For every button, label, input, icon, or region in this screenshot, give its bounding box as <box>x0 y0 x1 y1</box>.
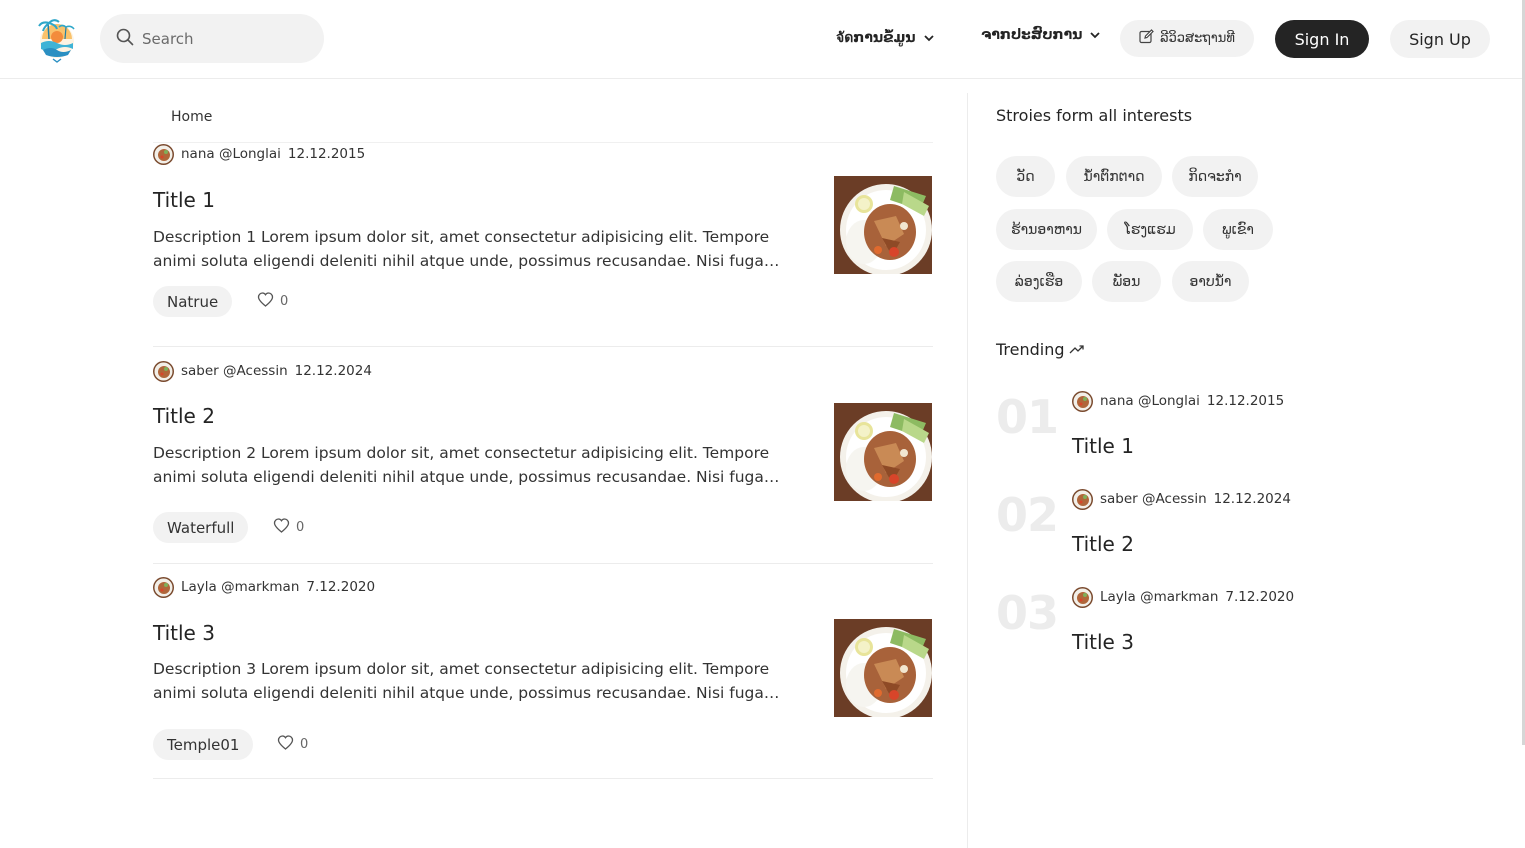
sign-in-button[interactable]: Sign In <box>1275 20 1369 58</box>
avatar[interactable] <box>1072 390 1093 412</box>
article-meta: nana @Longlai 12.12.2015 <box>153 143 365 165</box>
topic-chip[interactable]: ພູເຂົາ <box>1203 209 1273 250</box>
heart-icon <box>273 518 290 537</box>
search-input[interactable] <box>142 29 302 48</box>
article-title[interactable]: Title 3 <box>153 621 215 645</box>
trending-title[interactable]: Title 1 <box>1072 434 1134 458</box>
like-count: 0 <box>296 520 305 535</box>
article-tag[interactable]: Natrue <box>153 286 233 317</box>
trending-label: Trending <box>996 340 1065 359</box>
topic-chip[interactable]: ກິດຈະກຳ <box>1172 156 1258 197</box>
nav-menu-experiences[interactable]: ຈາກປະສົບການ <box>981 27 1101 43</box>
article-meta: Layla @markman 7.12.2020 <box>153 576 375 598</box>
article-tag[interactable]: Temple01 <box>153 729 254 760</box>
article-card[interactable]: saber @Acessin 12.12.2024 Title 2 Descri… <box>153 360 933 564</box>
post-date: 7.12.2020 <box>306 579 376 595</box>
review-button-label: ລີວິວສະຖານທີ <box>1160 31 1235 46</box>
article-tag[interactable]: Waterfull <box>153 512 249 543</box>
breadcrumb[interactable]: Home <box>171 109 212 125</box>
trending-heading: Trending <box>996 340 1085 359</box>
post-date: 12.12.2015 <box>1206 393 1285 409</box>
post-date: 12.12.2024 <box>294 363 372 379</box>
heart-icon <box>277 735 294 754</box>
nav-menu-label: จัดການຂໍ້ມູນ <box>836 30 916 46</box>
site-logo[interactable] <box>34 15 80 63</box>
article-description: Description 2 Lorem ipsum dolor sit, ame… <box>153 444 770 486</box>
topic-chip[interactable]: ນ້ຳຕົກຕາດ <box>1066 156 1162 197</box>
author-name[interactable]: saber @Acessin <box>1100 491 1207 507</box>
search-box[interactable] <box>100 14 324 63</box>
avatar[interactable] <box>1072 488 1093 510</box>
author-name[interactable]: Layla @markman <box>1100 589 1218 605</box>
avatar[interactable] <box>153 576 174 598</box>
article-title[interactable]: Title 1 <box>153 188 215 212</box>
nav-menu-manage-data[interactable]: จัดການຂໍ້ມູນ <box>836 27 934 49</box>
trending-rank: 01 <box>996 390 1059 444</box>
article-card[interactable]: nana @Longlai 12.12.2015 Title 1 Descrip… <box>153 143 933 347</box>
like-button[interactable]: 0 <box>273 518 304 537</box>
trending-title[interactable]: Title 3 <box>1072 630 1134 654</box>
article-meta: saber @Acessin 12.12.2024 <box>153 360 372 382</box>
topic-chip[interactable]: ວັດ <box>996 156 1055 197</box>
article-thumbnail[interactable] <box>834 403 932 501</box>
trending-rank: 03 <box>996 586 1059 640</box>
top-navbar: จัดການຂໍ້ມູນ ຈາກປະສົບການ ລີວິວສະຖານທີ Si… <box>0 0 1525 79</box>
author-name[interactable]: nana @Longlai <box>1100 393 1200 409</box>
article-title[interactable]: Title 2 <box>153 404 215 428</box>
author-name[interactable]: Layla @markman <box>181 579 299 595</box>
article-thumbnail[interactable] <box>834 176 932 274</box>
chevron-down-icon <box>1090 27 1101 43</box>
trending-meta: saber @Acessin 12.12.2024 <box>1072 488 1291 510</box>
like-button[interactable]: 0 <box>277 735 308 754</box>
trending-title[interactable]: Title 2 <box>1072 532 1134 556</box>
post-date: 7.12.2020 <box>1225 589 1295 605</box>
sign-up-button[interactable]: Sign Up <box>1390 20 1490 58</box>
post-date: 12.12.2015 <box>287 146 366 162</box>
column-divider <box>967 93 968 848</box>
topic-chip[interactable]: ອາບນ້ຳ <box>1172 261 1249 302</box>
trending-up-icon <box>1065 340 1085 359</box>
article-card[interactable]: Layla @markman 7.12.2020 Title 3 Descrip… <box>153 576 933 779</box>
nav-menu-label: ຈາກປະສົບການ <box>981 27 1083 43</box>
topic-chip[interactable]: ລ່ອງເຮືອ <box>996 261 1082 302</box>
like-button[interactable]: 0 <box>257 292 288 311</box>
review-place-button[interactable]: ລີວິວສະຖານທີ <box>1120 20 1254 57</box>
heart-icon <box>257 292 274 311</box>
search-icon <box>116 28 134 50</box>
avatar[interactable] <box>153 360 174 382</box>
chevron-down-icon <box>923 30 934 46</box>
author-name[interactable]: nana @Longlai <box>181 146 281 162</box>
like-count: 0 <box>280 294 289 309</box>
author-name[interactable]: saber @Acessin <box>181 363 288 379</box>
topic-chip[interactable]: ໂຮງແຮມ <box>1107 209 1193 250</box>
trending-meta: nana @Longlai 12.12.2015 <box>1072 390 1284 412</box>
article-description: Description 3 Lorem ipsum dolor sit, ame… <box>153 660 770 702</box>
trending-rank: 02 <box>996 488 1059 542</box>
topic-chip[interactable]: ພັອນ <box>1092 261 1161 302</box>
article-description: Description 1 Lorem ipsum dolor sit, ame… <box>153 228 770 270</box>
post-date: 12.12.2024 <box>1213 491 1291 507</box>
topics-heading: Stroies form all interests <box>996 106 1193 125</box>
avatar[interactable] <box>153 143 174 165</box>
avatar[interactable] <box>1072 586 1093 608</box>
trending-meta: Layla @markman 7.12.2020 <box>1072 586 1294 608</box>
like-count: 0 <box>300 737 309 752</box>
topic-chip[interactable]: ຮ້ານອາຫານ <box>996 209 1097 250</box>
article-thumbnail[interactable] <box>834 619 932 717</box>
edit-icon <box>1139 29 1154 48</box>
